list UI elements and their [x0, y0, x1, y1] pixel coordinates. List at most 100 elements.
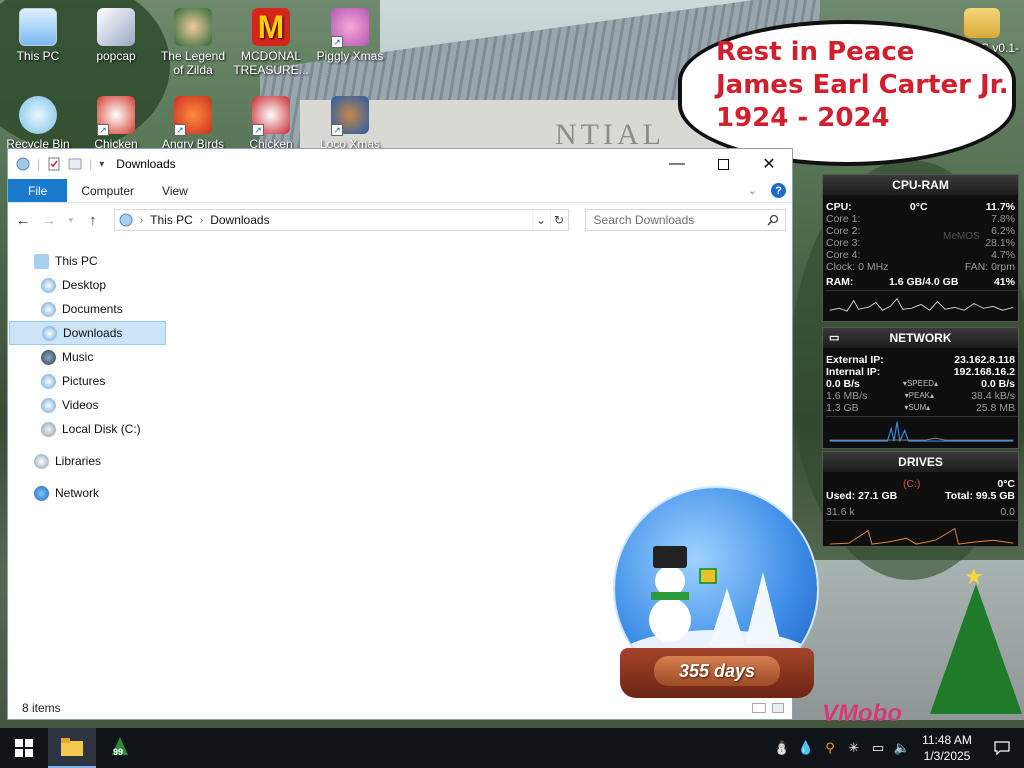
desktop-icon-loco-xmas[interactable]: ↗ Loco Xmas: [312, 92, 388, 151]
address-history-chevron-icon[interactable]: ⌄: [531, 210, 550, 230]
drives-gadget[interactable]: DRIVES (C:) 0°C Used: 27.1 GB Total: 99.5 …: [822, 451, 1019, 547]
ram-percent: 41%: [993, 276, 1015, 288]
tab-computer[interactable]: Computer: [67, 179, 148, 202]
cpu-clock: Clock: 0 MHz: [826, 261, 889, 273]
search-magnifier-tray-icon[interactable]: ⚲: [818, 740, 842, 756]
computer-icon: [19, 8, 57, 46]
clock[interactable]: 11:48 AM 1/3/2025: [914, 732, 980, 764]
documents-folder-icon: [41, 301, 56, 317]
breadcrumb-separator-icon: ›: [139, 214, 144, 226]
network-gadget[interactable]: ▭ NETWORK External IP: 23.162.8.118 Inter…: [822, 327, 1019, 449]
expand-ribbon-chevron-icon[interactable]: ⌄: [748, 184, 757, 197]
upload-peak: 38.4 kB/s: [971, 390, 1015, 402]
water-drop-tray-icon[interactable]: 💧: [794, 740, 818, 756]
cpu-ram-gadget[interactable]: CPU-RAM CPU: 0°C 11.7% Core 1: 7.8% Core …: [822, 174, 1019, 322]
desktop-icon-chicken-2[interactable]: ↗ Chicken: [233, 92, 309, 151]
pig-icon: ↗: [331, 8, 369, 48]
network-tray-icon[interactable]: ▭: [866, 740, 890, 756]
desktop-icon-mcdonal-treasure[interactable]: M MCDONAL TREASURE...: [233, 4, 309, 77]
shortcut-arrow-icon: ↗: [331, 36, 343, 48]
desktop-icon-recycle-bin[interactable]: Recycle Bin: [0, 92, 76, 151]
core-usage: 28.1%: [985, 237, 1015, 249]
desktop-icon-legend-of-zilda[interactable]: The Legend of Zilda: [155, 4, 231, 77]
core-usage: 7.8%: [991, 213, 1015, 225]
nav-item-this-pc[interactable]: This PC: [8, 249, 208, 273]
nav-item-downloads[interactable]: Downloads: [9, 321, 166, 345]
search-input[interactable]: Search Downloads: [594, 213, 767, 227]
breadcrumb-separator-icon: ›: [199, 214, 204, 226]
properties-icon[interactable]: [47, 157, 61, 171]
close-button[interactable]: ✕: [746, 149, 792, 179]
action-center-button[interactable]: [980, 741, 1024, 755]
snowflake-tray-icon[interactable]: ✳: [842, 740, 866, 756]
speed-label: ▾SPEED▴: [902, 379, 939, 388]
nav-item-local-disk[interactable]: Local Disk (C:): [8, 417, 208, 441]
customize-toolbar-chevron-icon[interactable]: ▾: [99, 159, 104, 170]
core-usage: 6.2%: [991, 225, 1015, 237]
up-arrow-icon[interactable]: ↑: [84, 212, 102, 229]
desktop-icon-label: popcap: [96, 49, 136, 63]
nav-item-desktop[interactable]: Desktop: [8, 273, 208, 297]
minimize-button[interactable]: —: [654, 149, 700, 179]
nav-item-pictures[interactable]: Pictures: [8, 369, 208, 393]
forward-arrow-icon[interactable]: →: [40, 212, 58, 229]
title-bar[interactable]: | | ▾ Downloads — ✕: [8, 149, 792, 179]
downloads-folder-icon: [42, 325, 57, 341]
maximize-button[interactable]: [700, 149, 746, 179]
help-button[interactable]: ?: [771, 183, 786, 198]
snowman-tray-icon[interactable]: ⛄: [770, 740, 794, 756]
taskbar-christmas-app[interactable]: 99: [96, 728, 144, 768]
large-icons-view-icon[interactable]: [772, 703, 784, 713]
nav-item-label: Local Disk (C:): [62, 422, 141, 436]
nav-item-videos[interactable]: Videos: [8, 393, 208, 417]
recent-locations-chevron-icon[interactable]: ▾: [66, 215, 76, 226]
nav-item-label: Downloads: [63, 326, 123, 340]
clock-date: 1/3/2025: [923, 749, 971, 763]
desktop-icon-piggly-xmas[interactable]: ↗ Piggly Xmas: [312, 4, 388, 63]
nav-item-music[interactable]: Music: [8, 345, 208, 369]
new-folder-icon[interactable]: [68, 157, 82, 171]
search-box[interactable]: Search Downloads: [584, 209, 787, 231]
angry-bird-icon: ↗: [174, 96, 212, 136]
taskbar-file-explorer[interactable]: [48, 728, 96, 768]
desktop-icon-label: MCDONAL TREASURE...: [233, 49, 309, 77]
nav-item-label: Videos: [62, 398, 99, 412]
memorial-bubble: Rest in Peace James Earl Carter Jr. 1924…: [678, 20, 1016, 166]
details-view-icon[interactable]: [752, 703, 766, 713]
refresh-icon[interactable]: ↻: [549, 210, 568, 230]
nav-item-network[interactable]: Network: [8, 481, 208, 505]
memorial-line-3: 1924 - 2024: [716, 103, 890, 133]
volume-icon[interactable]: 🔈: [890, 740, 914, 756]
drive-read-rate: 31.6 k: [826, 506, 855, 518]
desktop-icon-angry-birds[interactable]: ↗ Angry Birds: [155, 92, 231, 151]
drive-write-rate: 0.0: [1000, 506, 1015, 518]
wallpaper-building-lettering: NTIAL: [555, 118, 665, 151]
cpu-history-graph: [826, 290, 1017, 316]
nav-item-label: Pictures: [62, 374, 106, 388]
tab-view[interactable]: View: [148, 179, 202, 202]
quick-access-toolbar: | | ▾: [16, 157, 104, 171]
desktop-icon-this-pc[interactable]: This PC: [0, 4, 76, 63]
nav-item-label: This PC: [55, 254, 98, 268]
nav-item-libraries[interactable]: Libraries: [8, 449, 208, 473]
network-globe-icon: [34, 485, 49, 501]
shortcut-arrow-icon: ↗: [174, 124, 186, 136]
breadcrumb-this-pc[interactable]: This PC: [150, 213, 193, 227]
breadcrumb-downloads[interactable]: Downloads: [210, 213, 269, 227]
windows-logo-icon: [15, 739, 33, 757]
nav-item-documents[interactable]: Documents: [8, 297, 208, 321]
tab-file[interactable]: File: [8, 179, 68, 202]
back-arrow-icon[interactable]: ←: [14, 212, 32, 229]
desktop-icon-chicken[interactable]: ↗ Chicken: [78, 92, 154, 151]
snowman-icon: [649, 598, 691, 642]
address-bar[interactable]: › This PC › Downloads ⌄ ↻: [113, 209, 569, 231]
gadget-watermark: MeMOS: [943, 231, 980, 242]
start-button[interactable]: [0, 728, 48, 768]
navigation-pane: This PC Desktop Documents Downloads Musi…: [8, 249, 208, 505]
gadget-title: NETWORK: [889, 331, 952, 345]
drive-total: Total: 99.5 GB: [945, 490, 1015, 502]
system-tray: ⛄ 💧 ⚲ ✳ ▭ 🔈 11:48 AM 1/3/2025: [770, 728, 1024, 768]
shortcut-arrow-icon: ↗: [331, 124, 343, 136]
desktop-icon-popcap[interactable]: popcap: [78, 4, 154, 63]
search-icon[interactable]: [767, 214, 779, 226]
